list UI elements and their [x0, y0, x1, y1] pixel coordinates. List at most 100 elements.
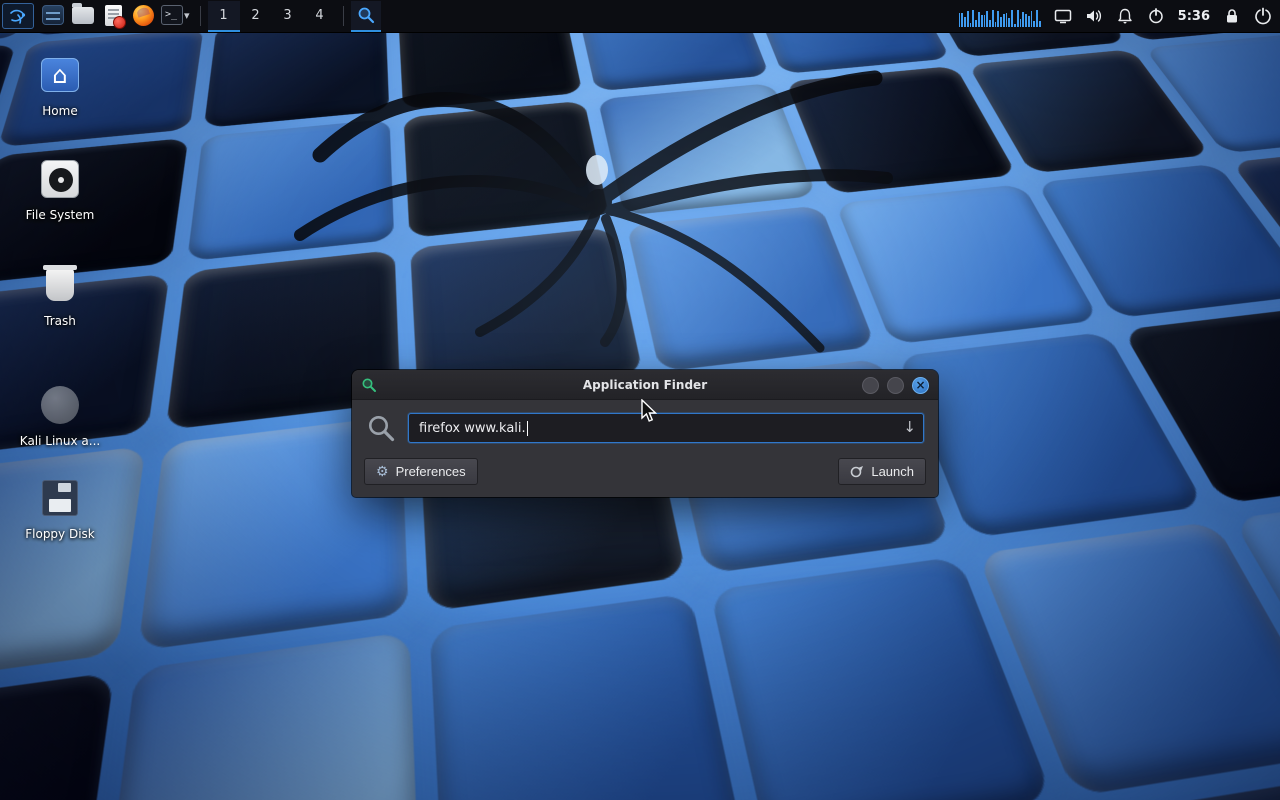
viz-bar [1028, 16, 1030, 27]
desktop-icon-file-system[interactable]: File System [6, 157, 114, 222]
viz-bar [1031, 11, 1033, 27]
window-title: Application Finder [583, 378, 707, 392]
viz-bar [984, 15, 986, 27]
viz-bar [981, 15, 983, 27]
firefox-launcher[interactable] [128, 1, 158, 32]
audio-visualizer [959, 5, 1041, 27]
desktop-icon-floppy[interactable]: Floppy Disk [6, 476, 114, 541]
search-input-wrap: firefox www.kali. ↓ [408, 413, 924, 443]
desktop-icon-label: Trash [6, 314, 114, 328]
power-manager-icon[interactable] [1147, 7, 1165, 25]
workspace-4-button[interactable]: 4 [304, 1, 336, 32]
maximize-button[interactable] [887, 377, 904, 394]
top-panel: >_ ▾ 1 2 3 4 [0, 0, 1280, 33]
close-button[interactable]: × [912, 377, 929, 394]
viz-bar [1025, 14, 1027, 27]
kali-dragon-logo [275, 15, 905, 355]
workspace-1-button[interactable]: 1 [208, 1, 240, 32]
lock-icon[interactable] [1223, 7, 1241, 25]
volume-icon[interactable] [1085, 7, 1103, 25]
viz-bar [970, 23, 972, 27]
viz-bar [1039, 21, 1041, 27]
panel-separator [200, 6, 201, 26]
logout-icon[interactable] [1254, 7, 1272, 25]
viz-bar [1003, 14, 1005, 27]
kali-circle-icon [41, 386, 79, 424]
window-controls: × [862, 377, 929, 394]
viz-bar [1011, 10, 1013, 27]
panel-launchers: >_ ▾ 1 2 3 4 [0, 0, 381, 32]
notifications-bell-icon[interactable] [1116, 7, 1134, 25]
panel-tray: 5:36 [959, 0, 1280, 32]
gear-icon: ⚙ [376, 463, 389, 480]
viz-bar [1014, 24, 1016, 27]
desktop-icon-kali-docs[interactable]: Kali Linux a... [6, 383, 114, 448]
launch-label: Launch [871, 464, 914, 479]
clock[interactable]: 5:36 [1178, 9, 1210, 24]
taskbar-app-finder-button[interactable] [351, 1, 381, 32]
minimize-button[interactable] [862, 377, 879, 394]
input-dropdown-arrow-icon[interactable]: ↓ [903, 418, 916, 436]
application-finder-window: Application Finder × firefox www.kali. ↓ [352, 370, 938, 497]
viz-bar [975, 20, 977, 27]
viz-bar [1017, 10, 1019, 27]
desktop-icon-label: Home [6, 104, 114, 118]
desktop-icon-trash[interactable]: Trash [6, 263, 114, 328]
viz-bar [959, 13, 961, 27]
trash-icon [46, 269, 74, 301]
viz-bar [967, 11, 969, 27]
firefox-icon [133, 5, 154, 26]
file-manager-launcher[interactable] [38, 1, 68, 32]
launch-icon [850, 465, 864, 479]
desktop-root: >_ ▾ 1 2 3 4 [0, 0, 1280, 800]
chevron-down-icon[interactable]: ▾ [184, 9, 190, 22]
kali-logo-icon [9, 7, 27, 25]
cube [100, 632, 420, 800]
terminal-launcher[interactable]: >_ ▾ [158, 1, 193, 32]
folder-icon [72, 7, 94, 24]
preferences-button[interactable]: ⚙ Preferences [364, 458, 478, 485]
viz-bar [961, 13, 963, 27]
viz-bar [1022, 12, 1024, 27]
viz-bar [1036, 10, 1038, 27]
home-icon: ⌂ [41, 58, 79, 92]
viz-bar [972, 10, 974, 27]
app-finder-icon [361, 377, 377, 393]
search-icon [357, 6, 375, 24]
viz-bar [964, 17, 966, 27]
desktop-icon-label: Kali Linux a... [6, 434, 114, 448]
viz-bar [997, 11, 999, 27]
file-manager-icon [42, 5, 64, 25]
workspace-3-label: 3 [275, 8, 301, 23]
viz-bar [1006, 13, 1008, 27]
search-icon [366, 413, 396, 443]
desktop-icon-home[interactable]: ⌂ Home [6, 53, 114, 118]
workspace-2-label: 2 [243, 8, 269, 23]
search-input[interactable]: firefox www.kali. [408, 413, 924, 443]
workspace-3-button[interactable]: 3 [272, 1, 304, 32]
viz-bar [978, 12, 980, 27]
text-editor-launcher[interactable] [98, 1, 128, 32]
display-icon[interactable] [1054, 7, 1072, 25]
workspace-4-label: 4 [307, 8, 333, 23]
panel-separator [343, 6, 344, 26]
viz-bar [989, 20, 991, 27]
desktop-icon-label: File System [6, 208, 114, 222]
applications-menu-button[interactable] [2, 3, 34, 29]
viz-bar [992, 10, 994, 27]
workspace-1-label: 1 [211, 8, 237, 23]
cube [0, 672, 114, 800]
viz-bar [1008, 18, 1010, 27]
viz-bar [1020, 19, 1022, 27]
launch-button[interactable]: Launch [838, 458, 926, 485]
search-query-text: firefox www.kali. [419, 421, 526, 436]
viz-bar [986, 11, 988, 27]
floppy-disk-icon [42, 480, 78, 516]
viz-bar [1000, 17, 1002, 27]
titlebar[interactable]: Application Finder × [352, 370, 938, 400]
workspace-2-button[interactable]: 2 [240, 1, 272, 32]
desktop-icon-label: Floppy Disk [6, 527, 114, 541]
hard-disk-icon [41, 160, 79, 198]
terminal-icon: >_ [161, 5, 183, 25]
folder-launcher[interactable] [68, 1, 98, 32]
